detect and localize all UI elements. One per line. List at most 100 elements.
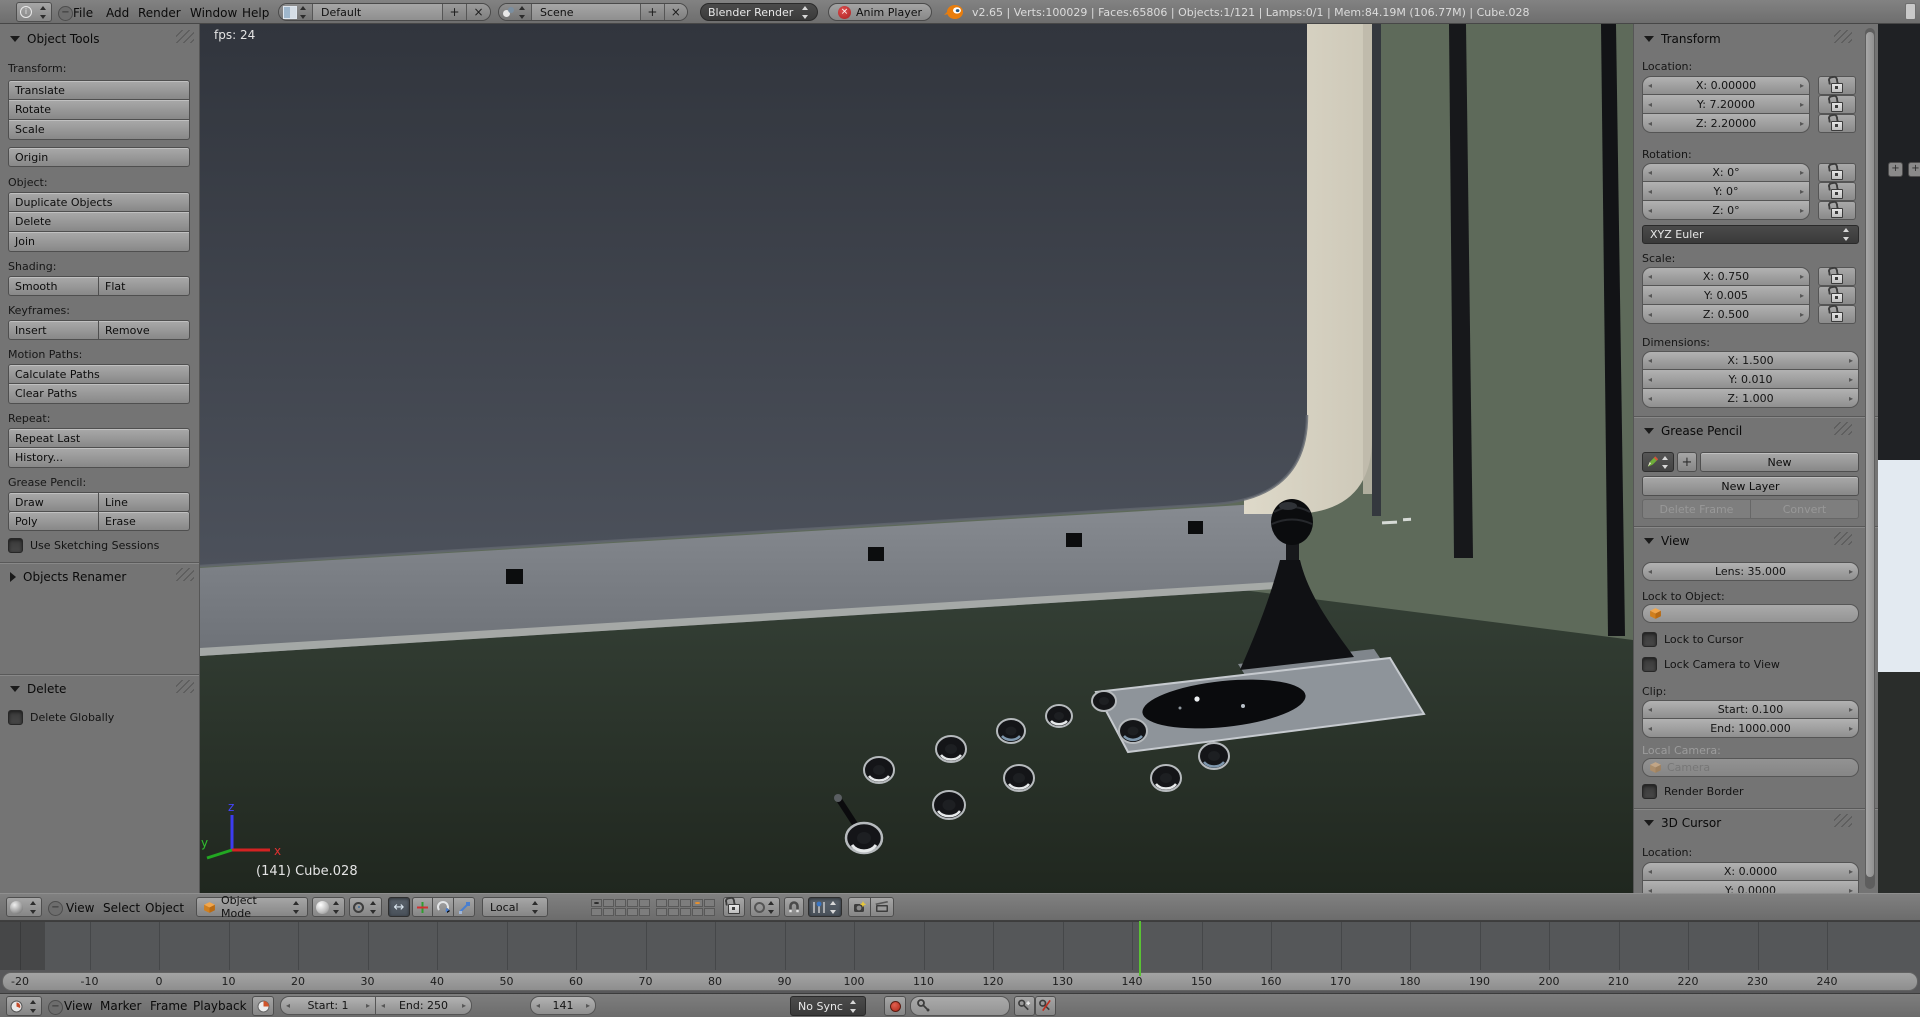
panel-header-3d-cursor[interactable]: 3D Cursor <box>1644 816 1721 830</box>
frame-start-field[interactable]: ◂ Start: 1 ▸ <box>280 996 376 1015</box>
menu-marker[interactable]: Marker <box>100 999 141 1013</box>
flat-button[interactable]: Flat <box>99 276 190 296</box>
snap-element-select[interactable] <box>808 897 842 917</box>
remove-keyframe-button[interactable]: Remove <box>99 320 190 340</box>
header-collapse-button[interactable]: − <box>58 6 73 21</box>
panel-header-transform[interactable]: Transform <box>1644 32 1721 46</box>
opengl-animation-button[interactable] <box>871 897 894 917</box>
scale-y-field[interactable]: ◂ Y: 0.005 ▸ <box>1642 286 1810 305</box>
scale-z-field[interactable]: ◂ Z: 0.500 ▸ <box>1642 305 1810 324</box>
origin-button[interactable]: Origin <box>8 147 190 167</box>
manipulator-translate-button[interactable] <box>412 897 433 917</box>
panel-header-delete[interactable]: Delete <box>10 682 66 696</box>
history-button[interactable]: History... <box>8 448 190 468</box>
location-y-lock-button[interactable] <box>1818 95 1856 114</box>
scale-z-lock-button[interactable] <box>1818 305 1856 324</box>
timeline-playhead[interactable] <box>1138 921 1141 976</box>
insert-keyframe-button[interactable]: Insert <box>8 320 99 340</box>
lock-to-object-field[interactable] <box>1642 604 1859 623</box>
screen-layout-add-button[interactable]: + <box>442 4 467 20</box>
menu-file[interactable]: File <box>73 6 93 20</box>
dimensions-y-field[interactable]: ◂ Y: 0.010 ▸ <box>1642 370 1859 389</box>
lock-camera-to-view-checkbox[interactable]: Lock Camera to View <box>1642 657 1780 672</box>
manipulator-rotate-button[interactable] <box>433 897 454 917</box>
delete-globally-checkbox[interactable]: Delete Globally <box>8 710 114 725</box>
gp-line-button[interactable]: Line <box>99 492 190 512</box>
lock-to-scene-button[interactable] <box>723 897 745 917</box>
layers-widget-group2[interactable] <box>656 899 715 916</box>
manipulator-toggle-button[interactable]: ↔ <box>388 897 410 917</box>
gp-new-button[interactable]: New <box>1700 452 1859 472</box>
scene-name[interactable]: Scene <box>532 4 641 20</box>
use-sketching-sessions-checkbox[interactable]: Use Sketching Sessions <box>8 538 159 553</box>
delete-keyframe-button[interactable] <box>1035 996 1056 1016</box>
gp-draw-button[interactable]: Draw <box>8 492 99 512</box>
header-collapse-button[interactable]: − <box>48 901 63 916</box>
header-collapse-button[interactable]: − <box>48 1000 63 1015</box>
scale-y-lock-button[interactable] <box>1818 286 1856 305</box>
panel-header-grease-pencil[interactable]: Grease Pencil <box>1644 424 1742 438</box>
editor-type-button[interactable] <box>6 897 42 917</box>
clip-start-field[interactable]: ◂ Start: 0.100 ▸ <box>1642 700 1859 719</box>
panel-header-view[interactable]: View <box>1644 534 1689 548</box>
sliver-expand-button[interactable]: + <box>1908 162 1920 177</box>
menu-playback[interactable]: Playback <box>193 999 247 1013</box>
gp-new-layer-button[interactable]: New Layer <box>1642 476 1859 496</box>
auto-keyframe-button[interactable] <box>884 996 906 1016</box>
scale-button[interactable]: Scale <box>8 120 190 140</box>
rotation-z-field[interactable]: ◂ Z: 0° ▸ <box>1642 201 1810 220</box>
insert-keyframe-button[interactable] <box>1014 996 1035 1016</box>
sync-mode-select[interactable]: No Sync <box>790 996 866 1016</box>
scale-x-lock-button[interactable] <box>1818 267 1856 286</box>
scene-add-button[interactable]: + <box>640 4 664 20</box>
cursor-x-field[interactable]: ◂ X: 0.0000 ▸ <box>1642 862 1859 881</box>
scene-icon-button[interactable] <box>499 4 532 20</box>
manipulator-scale-button[interactable] <box>454 897 475 917</box>
viewport-shading-select[interactable] <box>312 897 345 917</box>
location-x-lock-button[interactable] <box>1818 76 1856 95</box>
rotation-x-field[interactable]: ◂ X: 0° ▸ <box>1642 163 1810 182</box>
screen-layout-icon-button[interactable] <box>279 4 313 20</box>
timeline-ruler-track[interactable]: -20 -10 0 10 20 30 40 50 60 70 80 90 100 110 120 130 140… <box>0 970 1920 993</box>
menu-frame[interactable]: Frame <box>150 999 187 1013</box>
scale-x-field[interactable]: ◂ X: 0.750 ▸ <box>1642 267 1810 286</box>
rotation-mode-select[interactable]: XYZ Euler <box>1642 225 1859 244</box>
panel-header-objects-renamer[interactable]: Objects Renamer <box>10 570 126 584</box>
location-x-field[interactable]: ◂ X: 0.00000 ▸ <box>1642 76 1810 95</box>
rotation-x-lock-button[interactable] <box>1818 163 1856 182</box>
opengl-render-button[interactable] <box>848 897 871 917</box>
preview-range-button[interactable] <box>252 996 274 1016</box>
lens-field[interactable]: ◂ Lens: 35.000 ▸ <box>1642 562 1859 581</box>
transform-orientation-select[interactable]: Local <box>482 897 548 917</box>
cursor-y-field[interactable]: ◂ Y: 0.0000 ▸ <box>1642 881 1859 893</box>
editor-type-button[interactable]: i <box>16 2 52 22</box>
repeat-last-button[interactable]: Repeat Last <box>8 428 190 448</box>
translate-button[interactable]: Translate <box>8 80 190 100</box>
gp-data-button[interactable] <box>1642 452 1674 472</box>
menu-help[interactable]: Help <box>242 6 269 20</box>
menu-view[interactable]: View <box>64 999 92 1013</box>
duplicate-objects-button[interactable]: Duplicate Objects <box>8 192 190 212</box>
menu-add[interactable]: Add <box>106 6 129 20</box>
render-engine-select[interactable]: Blender Render <box>700 3 818 21</box>
timeline-grid[interactable] <box>0 921 1920 971</box>
panel-header-object-tools[interactable]: Object Tools <box>10 32 99 46</box>
screen-layout-delete-button[interactable]: × <box>466 4 490 20</box>
keying-set-field[interactable] <box>910 996 1010 1016</box>
rotate-button[interactable]: Rotate <box>8 100 190 120</box>
gp-add-data-button[interactable]: + <box>1677 452 1697 472</box>
lock-to-cursor-checkbox[interactable]: Lock to Cursor <box>1642 632 1743 647</box>
menu-render[interactable]: Render <box>138 6 181 20</box>
scene-delete-button[interactable]: × <box>663 4 687 20</box>
layers-widget-group1[interactable] <box>591 899 650 916</box>
location-z-lock-button[interactable] <box>1818 114 1856 133</box>
scrollbar-thumb[interactable] <box>1866 32 1874 877</box>
clear-paths-button[interactable]: Clear Paths <box>8 384 190 404</box>
menu-view[interactable]: View <box>66 901 94 915</box>
smooth-button[interactable]: Smooth <box>8 276 99 296</box>
anim-player-button[interactable]: × Anim Player <box>828 3 932 21</box>
render-border-checkbox[interactable]: Render Border <box>1642 784 1744 799</box>
calculate-paths-button[interactable]: Calculate Paths <box>8 364 190 384</box>
sliver-expand-button[interactable]: + <box>1888 162 1903 177</box>
gp-poly-button[interactable]: Poly <box>8 511 99 531</box>
